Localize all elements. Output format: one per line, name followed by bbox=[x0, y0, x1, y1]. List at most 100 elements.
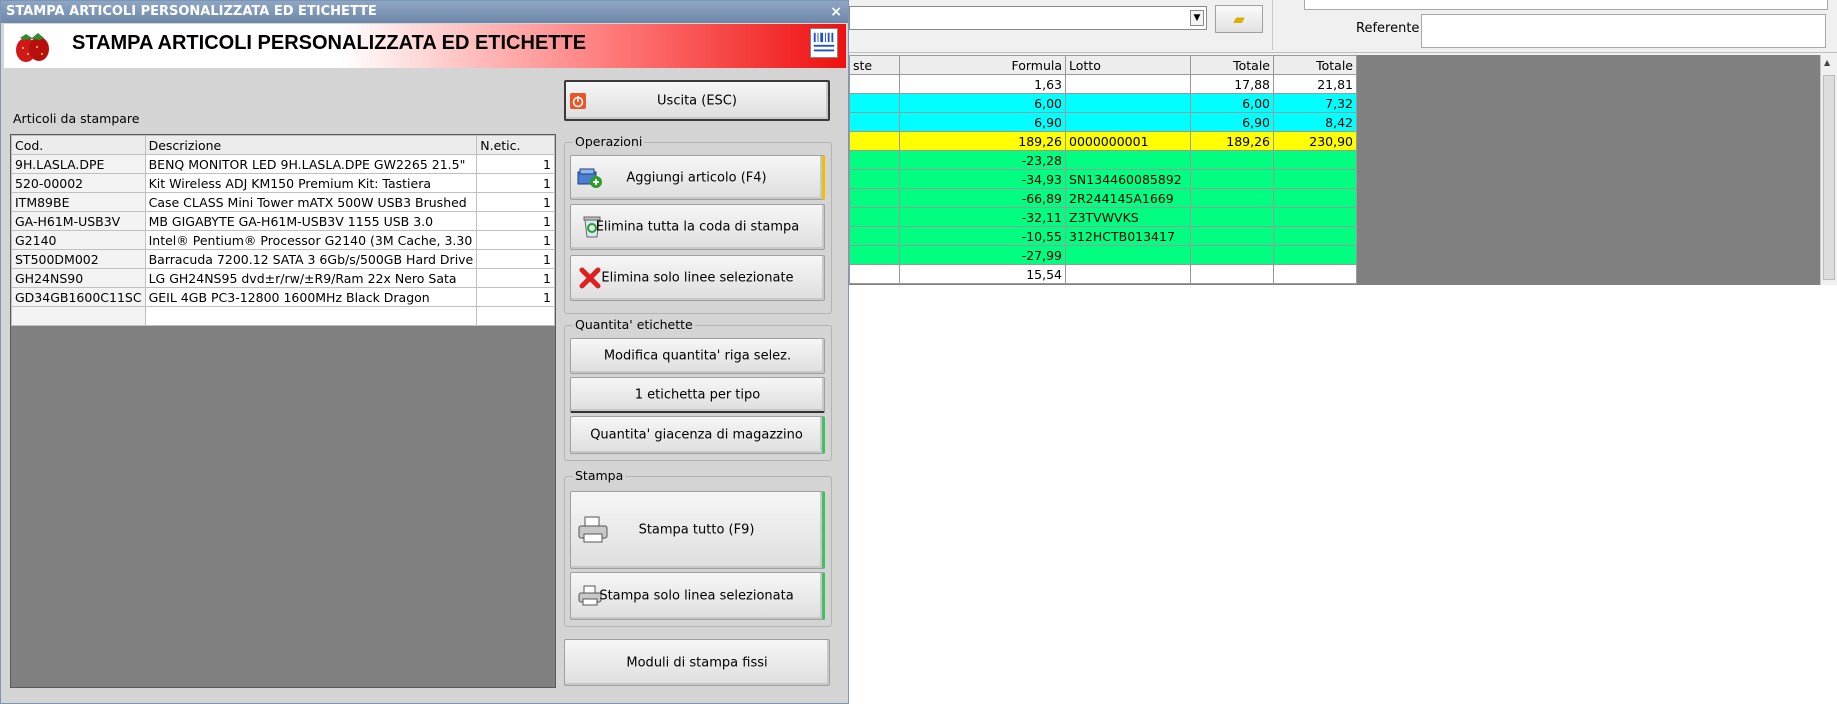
table-row[interactable] bbox=[11, 306, 555, 326]
article-description: Barracuda 7200.12 SATA 3 6Gb/s/500GB Har… bbox=[144, 249, 478, 269]
grid-cell-formula: -66,89 bbox=[899, 188, 1066, 208]
grid-cell-total bbox=[1273, 207, 1357, 227]
grid-cell bbox=[849, 169, 900, 189]
grid-cell-total bbox=[1273, 169, 1357, 189]
grid-row[interactable]: -66,89 2R244145A1669 bbox=[849, 188, 1357, 208]
table-row[interactable]: GH24NS90 LG GH24NS95 dvd±r/rw/±R9/Ram 22x… bbox=[11, 268, 555, 288]
dialog-titlebar[interactable]: STAMPA ARTICOLI PERSONALIZZATA ED ETICHE… bbox=[1, 1, 848, 23]
grid-header-cell[interactable]: Totale bbox=[1273, 55, 1357, 75]
article-code: 9H.LASLA.DPE bbox=[11, 154, 146, 174]
article-label-count[interactable]: 1 bbox=[476, 211, 555, 231]
article-label-count[interactable]: 1 bbox=[476, 173, 555, 193]
background-field[interactable] bbox=[1304, 0, 1828, 10]
article-label-count[interactable] bbox=[476, 306, 555, 326]
divider bbox=[1272, 0, 1273, 50]
article-code: GA-H61M-USB3V bbox=[11, 211, 146, 231]
modify-quantity-button[interactable]: Modifica quantita' riga selez. bbox=[570, 338, 825, 374]
article-label-count[interactable]: 1 bbox=[476, 268, 555, 288]
add-article-button[interactable]: Aggiungi articolo (F4) bbox=[570, 155, 825, 200]
print-all-button[interactable]: Stampa tutto (F9) bbox=[570, 491, 825, 569]
article-label-count[interactable]: 1 bbox=[476, 154, 555, 174]
articles-list-area: Cod. Descrizione N.etic. 9H.LASLA.DPE BEN… bbox=[10, 134, 556, 688]
grid-cell-total: 6,90 bbox=[1190, 112, 1274, 132]
grid-cell-total: 6,00 bbox=[1190, 93, 1274, 113]
grid-row[interactable]: 6,90 6,90 8,42 bbox=[849, 112, 1357, 132]
grid-cell bbox=[849, 264, 900, 284]
grid-cell-total bbox=[1190, 188, 1274, 208]
article-description: Intel® Pentium® Processor G2140 (3M Cach… bbox=[144, 230, 478, 250]
grid-header-cell[interactable]: Formula bbox=[899, 55, 1066, 75]
clear-queue-button[interactable]: Elimina tutta la coda di stampa bbox=[570, 204, 825, 250]
article-label-count[interactable]: 1 bbox=[476, 230, 555, 250]
grid-cell-total bbox=[1273, 226, 1357, 246]
grid-scrollbar[interactable]: ▲ bbox=[1820, 55, 1837, 285]
grid-cell-lotto bbox=[1065, 74, 1191, 94]
print-labels-dialog: STAMPA ARTICOLI PERSONALIZZATA ED ETICHE… bbox=[0, 0, 849, 704]
table-header-row: Cod. Descrizione N.etic. bbox=[11, 135, 555, 155]
articles-table: Cod. Descrizione N.etic. 9H.LASLA.DPE BEN… bbox=[11, 135, 555, 326]
column-header-description[interactable]: Descrizione bbox=[144, 135, 478, 155]
grid-cell-total bbox=[1190, 245, 1274, 265]
scrollbar-thumb[interactable] bbox=[1823, 75, 1835, 280]
barcode-icon bbox=[810, 28, 838, 58]
table-row[interactable]: ITM89BE Case CLASS Mini Tower mATX 500W U… bbox=[11, 192, 555, 212]
grid-row[interactable]: -32,11 Z3TVWVKS bbox=[849, 207, 1357, 227]
grid-cell-lotto: Z3TVWVKS bbox=[1065, 207, 1191, 227]
grid-header-cell[interactable]: Totale bbox=[1190, 55, 1274, 75]
grid-cell bbox=[849, 112, 900, 132]
column-header-code[interactable]: Cod. bbox=[11, 135, 146, 155]
stock-quantity-button[interactable]: Quantita' giacenza di magazzino bbox=[570, 416, 825, 454]
background-combo[interactable]: ▼ bbox=[849, 6, 1207, 30]
close-icon[interactable]: × bbox=[830, 1, 842, 23]
grid-row[interactable]: 15,54 bbox=[849, 264, 1357, 284]
print-selected-button[interactable]: Stampa solo linea selezionata bbox=[570, 572, 825, 620]
exit-button[interactable]: Uscita (ESC) bbox=[564, 80, 830, 121]
article-code: ITM89BE bbox=[11, 192, 146, 212]
grid-row[interactable]: 1,63 17,88 21,81 bbox=[849, 74, 1357, 94]
chevron-down-icon[interactable]: ▼ bbox=[1190, 10, 1204, 26]
delete-selected-label: Elimina solo linee selezionate bbox=[601, 270, 794, 286]
article-label-count[interactable]: 1 bbox=[476, 249, 555, 269]
article-label-count[interactable]: 1 bbox=[476, 287, 555, 307]
grid-row[interactable]: -23,28 bbox=[849, 150, 1357, 170]
stock-quantity-label: Quantita' giacenza di magazzino bbox=[590, 427, 803, 443]
grid-row[interactable]: 6,00 6,00 7,32 bbox=[849, 93, 1357, 113]
grid-row[interactable]: -34,93 SN134460085892 bbox=[849, 169, 1357, 189]
grid-cell-total bbox=[1190, 226, 1274, 246]
grid-cell-total bbox=[1190, 150, 1274, 170]
grid-cell-total bbox=[1190, 169, 1274, 189]
strawberry-icon bbox=[16, 33, 49, 62]
folder-button[interactable]: ▰ bbox=[1215, 5, 1263, 33]
one-per-type-button[interactable]: 1 etichetta per tipo bbox=[570, 377, 825, 413]
grid-cell-formula: 6,00 bbox=[899, 93, 1066, 113]
table-row[interactable]: ST500DM002 Barracuda 7200.12 SATA 3 6Gb/s… bbox=[11, 249, 555, 269]
article-label-count[interactable]: 1 bbox=[476, 192, 555, 212]
article-code: 520-00002 bbox=[11, 173, 146, 193]
operations-group-title: Operazioni bbox=[573, 134, 645, 149]
table-row[interactable]: G2140 Intel® Pentium® Processor G2140 (3M… bbox=[11, 230, 555, 250]
table-row[interactable]: 520-00002 Kit Wireless ADJ KM150 Premium … bbox=[11, 173, 555, 193]
grid-cell-total: 230,90 bbox=[1273, 131, 1357, 151]
grid-header-cell[interactable]: Lotto bbox=[1065, 55, 1191, 75]
grid-cell-formula: -34,93 bbox=[899, 169, 1066, 189]
grid-row[interactable]: -27,99 bbox=[849, 245, 1357, 265]
delete-selected-button[interactable]: Elimina solo linee selezionate bbox=[570, 255, 825, 301]
table-row[interactable]: GA-H61M-USB3V MB GIGABYTE GA-H61M-USB3V 1… bbox=[11, 211, 555, 231]
one-per-type-label: 1 etichetta per tipo bbox=[634, 387, 761, 402]
column-header-labels[interactable]: N.etic. bbox=[476, 135, 555, 155]
article-code: ST500DM002 bbox=[11, 249, 146, 269]
grid-cell-lotto: SN134460085892 bbox=[1065, 169, 1191, 189]
referente-field[interactable] bbox=[1421, 14, 1826, 48]
grid-header-cell[interactable]: ste bbox=[849, 55, 900, 75]
grid-cell-lotto: 0000000001 bbox=[1065, 131, 1191, 151]
grid-cell bbox=[849, 93, 900, 113]
scroll-up-icon[interactable]: ▲ bbox=[1824, 58, 1830, 67]
grid-row[interactable]: 189,26 0000000001 189,26 230,90 bbox=[849, 131, 1357, 151]
dialog-title: STAMPA ARTICOLI PERSONALIZZATA ED ETICHE… bbox=[6, 4, 377, 19]
grid-row[interactable]: -10,55 312HCTB013417 bbox=[849, 226, 1357, 246]
grid-cell-total: 17,88 bbox=[1190, 74, 1274, 94]
grid-cell-total bbox=[1273, 188, 1357, 208]
fixed-modules-button[interactable]: Moduli di stampa fissi bbox=[564, 639, 830, 686]
table-row[interactable]: 9H.LASLA.DPE BENQ MONITOR LED 9H.LASLA.DP… bbox=[11, 154, 555, 174]
table-row[interactable]: GD34GB1600C11SC GEIL 4GB PC3-12800 1600MH… bbox=[11, 287, 555, 307]
